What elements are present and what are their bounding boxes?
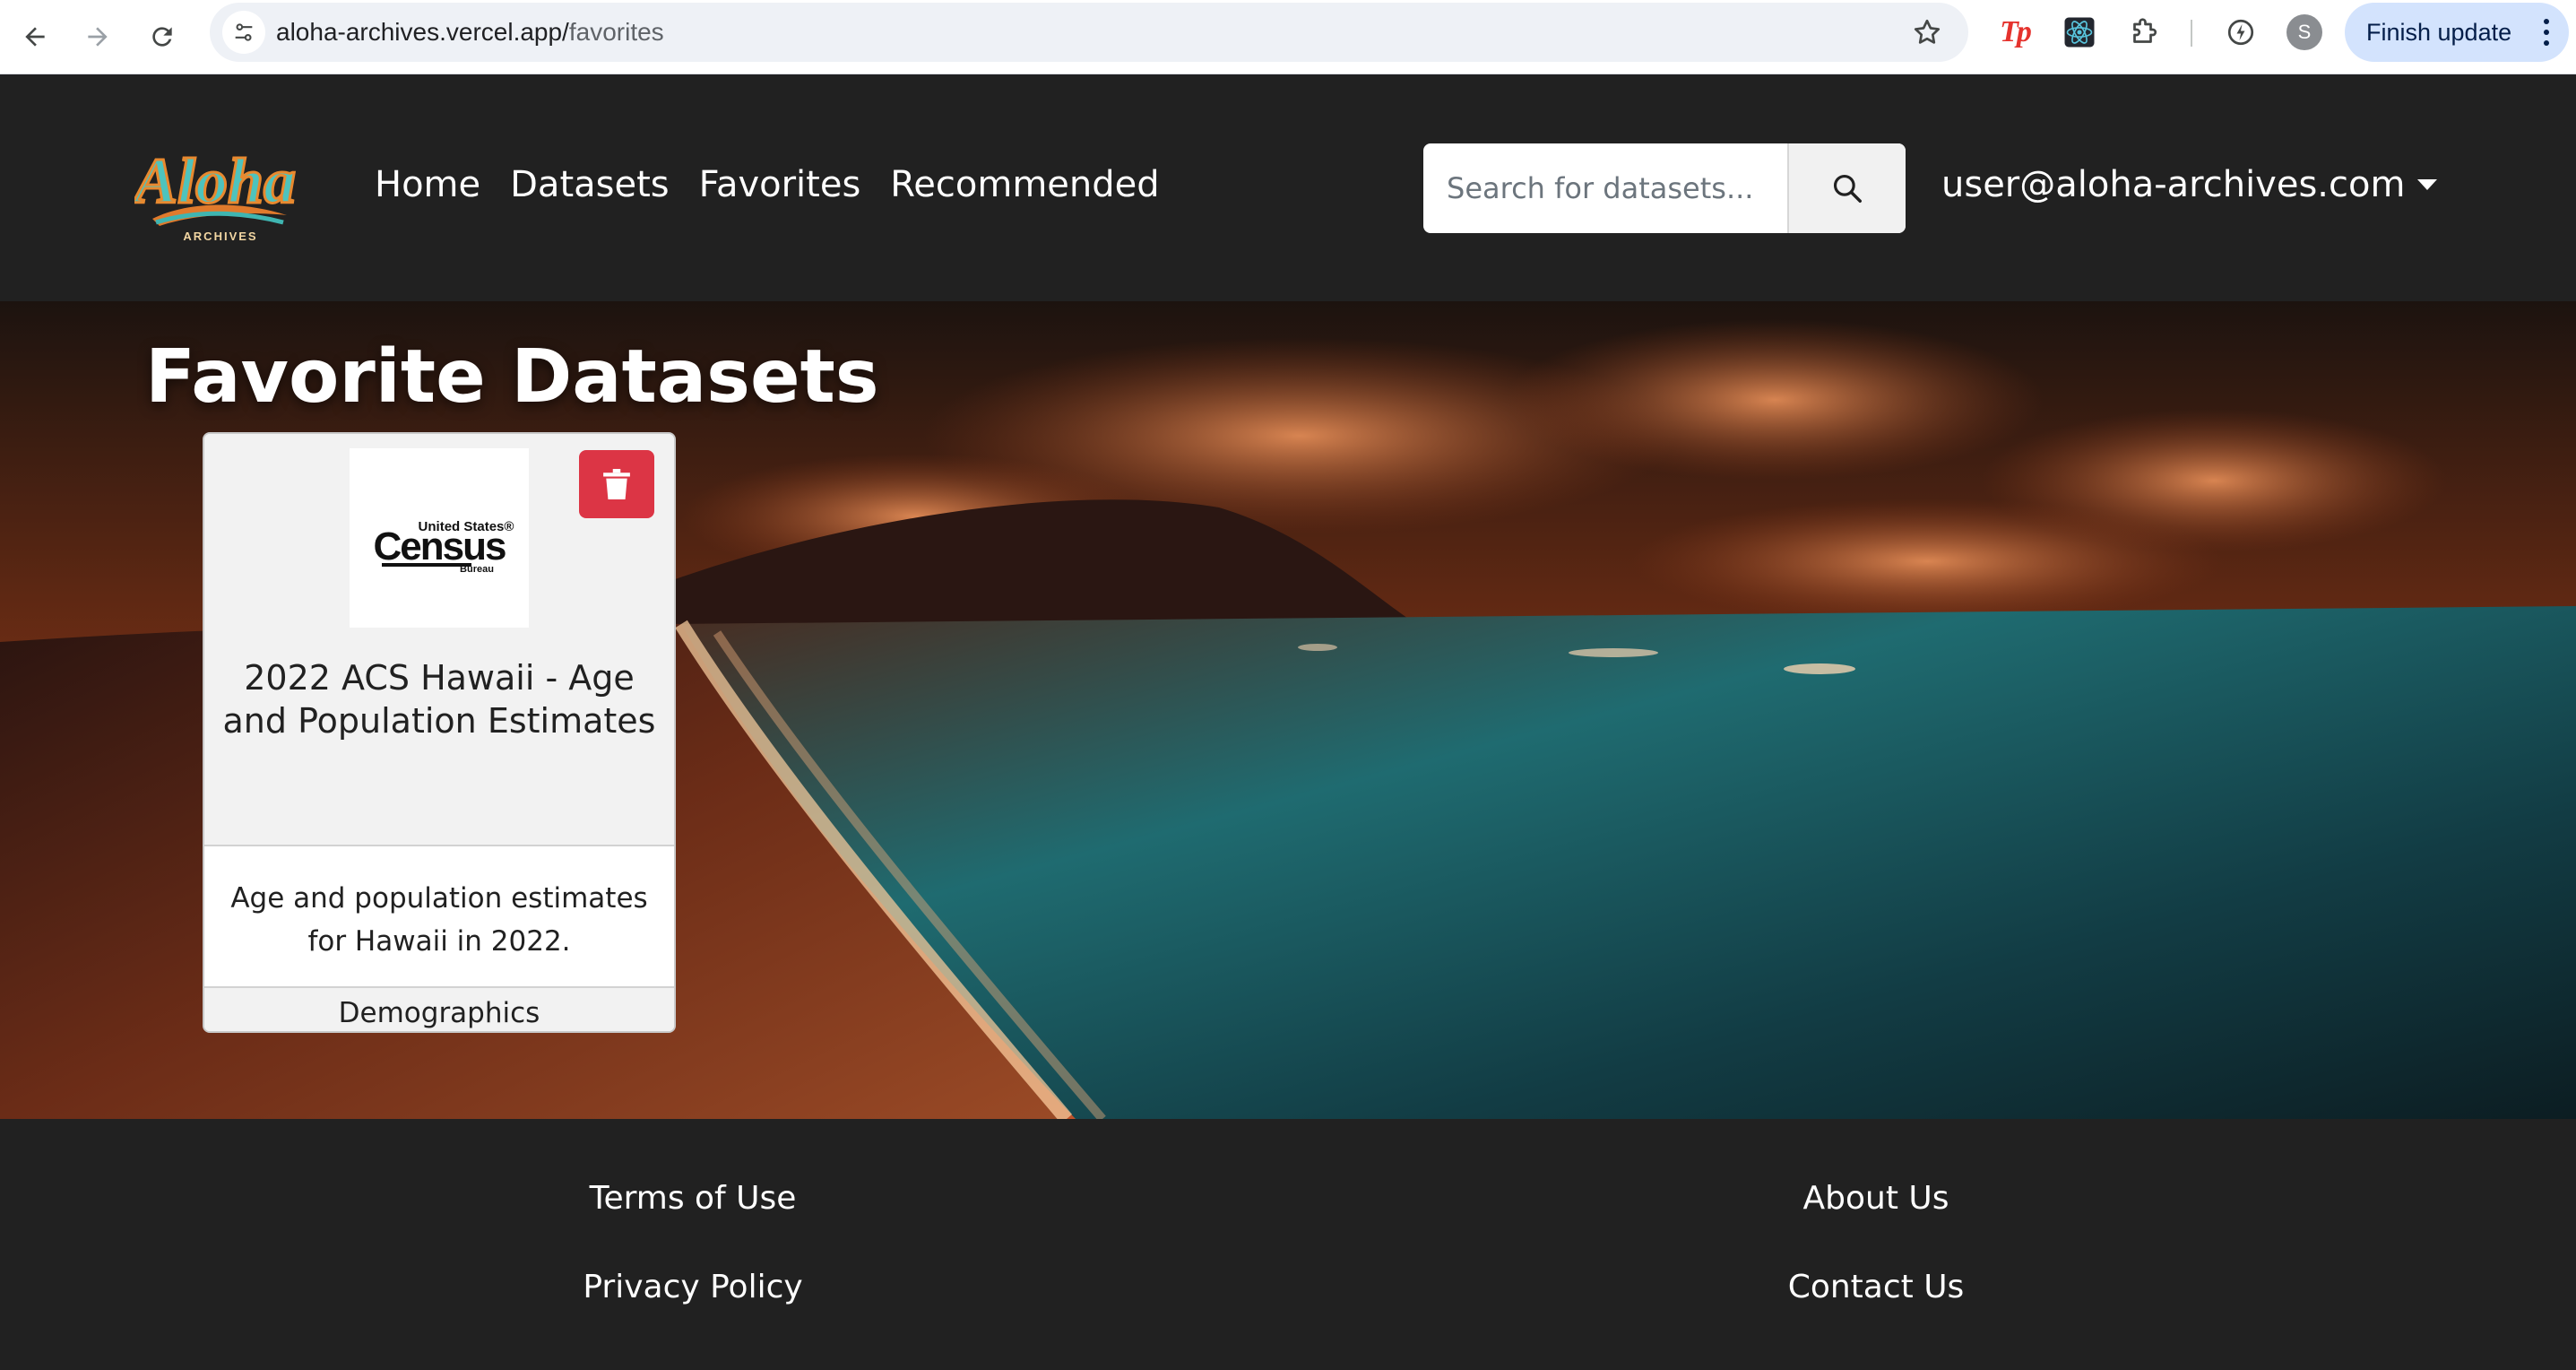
logo-text: Aloha [134,145,296,217]
caret-down-icon [2417,179,2438,190]
reload-button[interactable] [140,14,185,59]
puzzle-extensions-icon[interactable] [2126,14,2162,50]
toolbar-separator [2191,20,2192,47]
user-email: user@aloha-archives.com [1941,164,2406,205]
dataset-topic: Demographics [338,997,540,1029]
tune-icon [235,23,253,41]
search-input[interactable] [1423,143,1787,233]
more-menu-icon [2544,19,2549,46]
nav-link-home[interactable]: Home [375,161,480,208]
page-title: Favorite Datasets [145,334,879,420]
site-footer: Terms of Use Privacy Policy About Us Con… [0,1119,2576,1370]
forward-arrow-icon [88,27,108,47]
browser-toolbar: aloha-archives.vercel.app/favorites Tp S… [0,0,2576,74]
footer-link-terms[interactable]: Terms of Use [590,1178,797,1219]
hero-section: Favorite Datasets United States® Census … [0,301,2576,1119]
dataset-title[interactable]: 2022 ACS Hawaii - Age and Population Est… [222,656,656,742]
card-header: United States® Census Bureau 2022 ACS Ha… [204,434,674,846]
site-navbar: Aloha ARCHIVES Home Datasets Favorites R… [0,75,2576,301]
logo-line-main: Census [374,525,506,568]
dataset-card[interactable]: United States® Census Bureau 2022 ACS Ha… [203,432,676,1033]
url-host: aloha-archives.vercel.app/ [276,18,569,46]
trash-icon [603,469,630,499]
aloha-archives-logo[interactable]: Aloha ARCHIVES [134,129,301,247]
url-text[interactable]: aloha-archives.vercel.app/favorites [276,17,664,48]
url-path: favorites [568,18,664,46]
footer-link-contact[interactable]: Contact Us [1788,1267,1965,1308]
forward-button[interactable] [75,14,120,59]
performance-icon[interactable] [2223,14,2259,50]
tp-extension-icon[interactable]: Tp [1997,14,2033,50]
logo-line-bottom: Bureau [460,564,494,575]
search-form [1423,143,1906,233]
footer-link-privacy[interactable]: Privacy Policy [583,1267,802,1308]
logo-subtext: ARCHIVES [183,230,257,243]
back-arrow-icon [25,27,45,47]
footer-link-about[interactable]: About Us [1803,1178,1949,1219]
user-dropdown[interactable]: user@aloha-archives.com [1941,161,2438,208]
reload-icon [152,27,172,47]
search-button[interactable] [1787,143,1906,233]
finish-update-label: Finish update [2366,18,2512,46]
main-nav: Home Datasets Favorites Recommended [375,161,1160,208]
nav-link-favorites[interactable]: Favorites [699,161,861,208]
site-info-button[interactable] [222,11,265,54]
back-button[interactable] [13,14,57,59]
nav-link-datasets[interactable]: Datasets [510,161,669,208]
address-bar[interactable]: aloha-archives.vercel.app/favorites [210,3,1968,62]
dataset-description: Age and population estimates for Hawaii … [230,882,648,958]
search-icon [1833,174,1862,203]
profile-avatar[interactable]: S [2286,14,2322,50]
census-bureau-logo: United States® Census Bureau [350,448,529,628]
remove-favorite-button[interactable] [579,450,654,518]
react-devtools-icon[interactable] [2062,14,2097,50]
card-body: Age and population estimates for Hawaii … [204,846,674,988]
nav-link-recommended[interactable]: Recommended [890,161,1159,208]
finish-update-button[interactable]: Finish update [2345,3,2569,62]
card-footer: Demographics [204,988,674,1031]
bookmark-star-icon[interactable] [1911,16,1943,48]
